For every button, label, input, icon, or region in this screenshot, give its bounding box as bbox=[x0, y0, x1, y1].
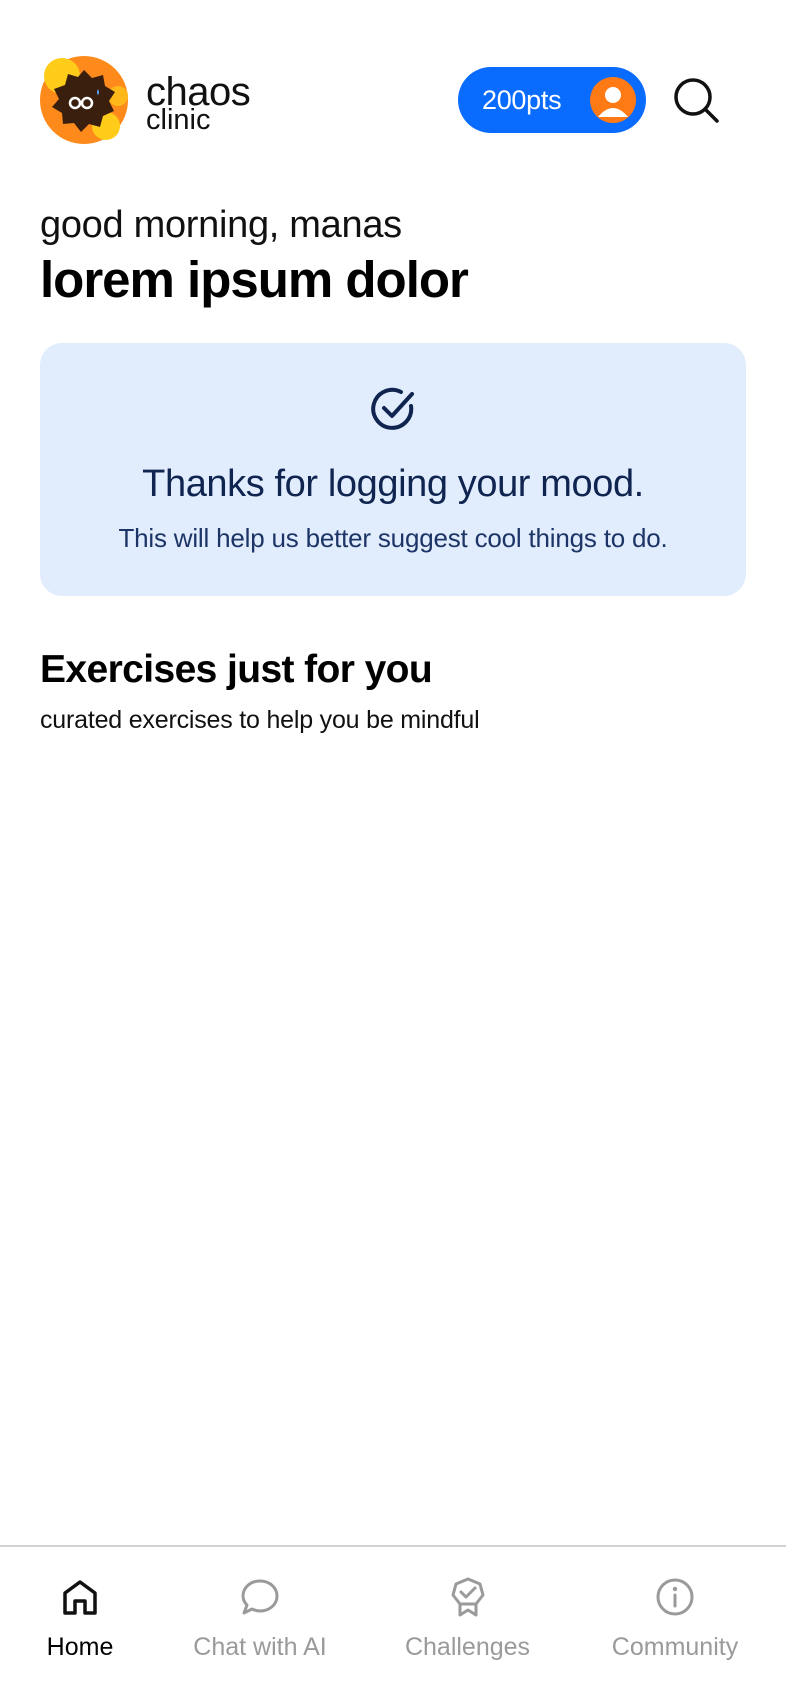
exercises-section-title: Exercises just for you bbox=[40, 648, 433, 691]
home-icon bbox=[58, 1575, 102, 1619]
nav-label-home: Home bbox=[46, 1633, 114, 1661]
info-icon bbox=[653, 1575, 697, 1619]
nav-label-chat: Chat with AI bbox=[193, 1633, 327, 1661]
nav-label-community: Community bbox=[611, 1633, 739, 1661]
nav-item-home[interactable]: Home bbox=[20, 1575, 140, 1685]
nav-item-challenges[interactable]: Challenges bbox=[390, 1575, 545, 1685]
page-headline: lorem ipsum dolor bbox=[40, 251, 469, 308]
points-label: 200pts bbox=[482, 85, 562, 115]
points-profile-button[interactable]: 200pts bbox=[458, 67, 646, 133]
chat-bubble-icon bbox=[238, 1575, 282, 1619]
user-avatar-icon bbox=[590, 77, 636, 123]
check-circle-icon bbox=[367, 383, 419, 435]
search-icon[interactable] bbox=[670, 74, 722, 126]
mood-confirmation-card: Thanks for logging your mood. This will … bbox=[40, 343, 746, 596]
nav-item-community[interactable]: Community bbox=[595, 1575, 755, 1685]
badge-icon bbox=[446, 1575, 490, 1619]
mood-card-subtitle: This will help us better suggest cool th… bbox=[118, 523, 668, 553]
bottom-navigation: Home Chat with AI Challenges Community bbox=[0, 1545, 786, 1706]
mood-card-title: Thanks for logging your mood. bbox=[142, 463, 644, 505]
greeting-text: good morning, manas bbox=[40, 204, 402, 246]
exercises-section-subtitle: curated exercises to help you be mindful bbox=[40, 706, 480, 734]
brand-wordmark: chaos clinic bbox=[146, 72, 251, 135]
app-header: chaos clinic 200pts bbox=[0, 0, 786, 200]
nav-item-chat-with-ai[interactable]: Chat with AI bbox=[180, 1575, 340, 1685]
nav-label-challenges: Challenges bbox=[404, 1633, 531, 1661]
chaos-clinic-logo-icon[interactable] bbox=[40, 56, 128, 144]
